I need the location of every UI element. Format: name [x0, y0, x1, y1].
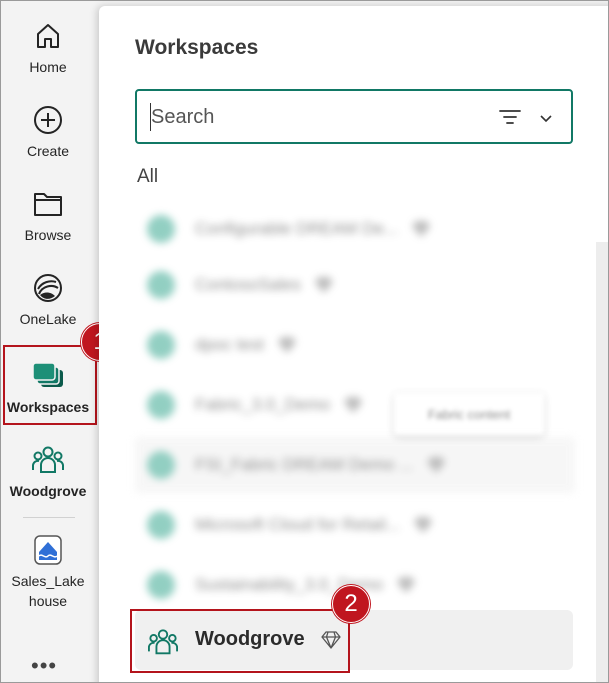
premium-diamond-icon: [412, 221, 431, 237]
workspace-item[interactable]: dpoc test: [135, 317, 575, 373]
more-options-icon[interactable]: •••: [31, 653, 57, 679]
highlight-box-workspaces: [3, 345, 97, 425]
lakehouse-icon: [31, 533, 65, 567]
workspace-name: ContosoSales: [195, 275, 301, 294]
workspace-name: Configurable DREAM De...: [195, 219, 399, 238]
filter-icon[interactable]: [499, 109, 521, 130]
premium-diamond-icon: [414, 517, 433, 533]
premium-diamond-icon: [314, 277, 333, 293]
nav-create-label: Create: [26, 143, 70, 159]
nav-create[interactable]: Create: [1, 103, 95, 161]
workspace-item[interactable]: FSI_Fabric DREAM Demo ...: [135, 437, 575, 493]
workspace-icon: [147, 511, 175, 539]
workspace-icon: [147, 215, 175, 243]
nav-woodgrove[interactable]: Woodgrove: [1, 443, 95, 501]
workspace-icon: [147, 331, 175, 359]
workspace-item[interactable]: ContosoSales: [135, 257, 575, 313]
nav-onelake[interactable]: OneLake: [1, 271, 95, 329]
premium-diamond-icon: [397, 577, 416, 593]
nav-home[interactable]: Home: [1, 19, 95, 77]
nav-woodgrove-label: Woodgrove: [9, 483, 87, 499]
scrollbar[interactable]: [596, 242, 608, 682]
home-icon: [31, 19, 65, 53]
workspace-icon: [147, 571, 175, 599]
workspace-item[interactable]: Microsoft Cloud for Retail...: [135, 497, 575, 553]
rail-divider: [23, 517, 75, 518]
chevron-down-icon[interactable]: [539, 111, 553, 129]
workspace-item[interactable]: Configurable DREAM De...: [135, 201, 575, 257]
workspace-name: Microsoft Cloud for Retail...: [195, 515, 401, 534]
app-window: Home Create Browse OneLake Workspaces Wo…: [0, 0, 609, 683]
premium-diamond-icon: [344, 397, 363, 413]
workspace-name: Fabric_3.0_Demo: [195, 395, 331, 414]
search-input[interactable]: [151, 103, 471, 131]
folder-icon: [31, 187, 65, 221]
onelake-icon: [31, 271, 65, 305]
section-label-all: All: [137, 166, 159, 187]
workspace-icon: [147, 391, 175, 419]
nav-browse-label: Browse: [24, 227, 72, 243]
premium-diamond-icon: [427, 457, 446, 473]
tooltip-fabric-content: Fabric content: [394, 393, 544, 435]
workspace-name: dpoc test: [195, 335, 264, 354]
workspace-name: FSI_Fabric DREAM Demo ...: [195, 455, 414, 474]
nav-sales-lakehouse-label: Sales_Lakehouse: [11, 573, 85, 609]
search-box[interactable]: [135, 89, 573, 144]
premium-diamond-icon: [278, 337, 296, 353]
nav-browse[interactable]: Browse: [1, 187, 95, 245]
plus-circle-icon: [31, 103, 65, 137]
panel-title: Workspaces: [135, 36, 259, 59]
step-badge-2: 2: [332, 585, 370, 623]
nav-home-label: Home: [29, 59, 67, 75]
nav-sales-lakehouse[interactable]: Sales_Lakehouse: [1, 533, 95, 611]
group-icon: [31, 443, 65, 477]
workspaces-flyout: Workspaces All Configurable DREAM De... …: [99, 6, 608, 682]
highlight-box-woodgrove: [130, 609, 350, 673]
nav-onelake-label: OneLake: [19, 311, 77, 327]
workspace-icon: [147, 451, 175, 479]
workspace-icon: [147, 271, 175, 299]
